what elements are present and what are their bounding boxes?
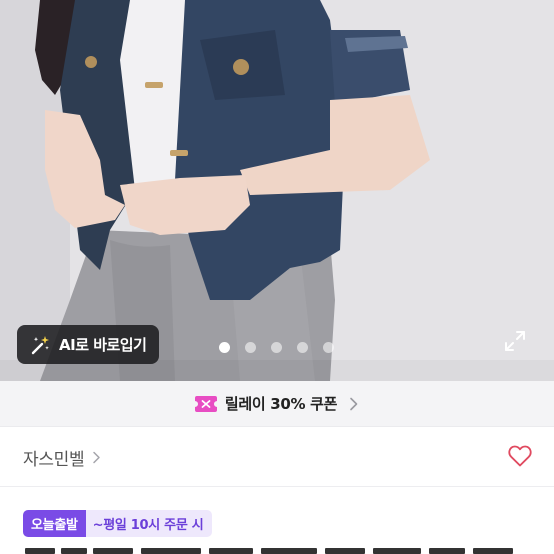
coupon-ticket-icon	[194, 395, 217, 412]
carousel-dot[interactable]	[245, 342, 256, 353]
chevron-right-icon	[93, 451, 101, 464]
seller-row: 자스민벨	[0, 428, 554, 487]
ai-try-on-label: AI로 바로입기	[59, 336, 147, 354]
carousel-dot[interactable]	[323, 342, 334, 353]
ai-try-on-button[interactable]: AI로 바로입기	[17, 325, 159, 364]
carousel-pagination	[219, 342, 334, 353]
seller-name: 자스민벨	[23, 450, 85, 470]
relay-coupon-banner[interactable]: 릴레이 30% 쿠폰	[0, 381, 554, 427]
magic-wand-sparkle-icon	[31, 335, 49, 354]
expand-arrows-icon[interactable]	[503, 329, 527, 353]
product-title-clipped	[25, 548, 513, 554]
carousel-dot[interactable]	[219, 342, 230, 353]
seller-store-link[interactable]: 자스민벨	[23, 445, 101, 470]
carousel-dot[interactable]	[297, 342, 308, 353]
product-image-carousel[interactable]: AI로 바로입기	[0, 0, 554, 381]
chevron-right-icon	[350, 397, 358, 410]
heart-outline-icon[interactable]	[508, 445, 532, 467]
delivery-badge: 오늘출발 ~평일 10시 주문 시	[23, 510, 213, 537]
coupon-label: 릴레이 30% 쿠폰	[224, 395, 338, 413]
shipping-cutoff-text: ~평일 10시 주문 시	[85, 510, 213, 537]
product-photo	[0, 0, 554, 381]
carousel-dot[interactable]	[271, 342, 282, 353]
today-shipping-badge: 오늘출발	[23, 510, 86, 537]
